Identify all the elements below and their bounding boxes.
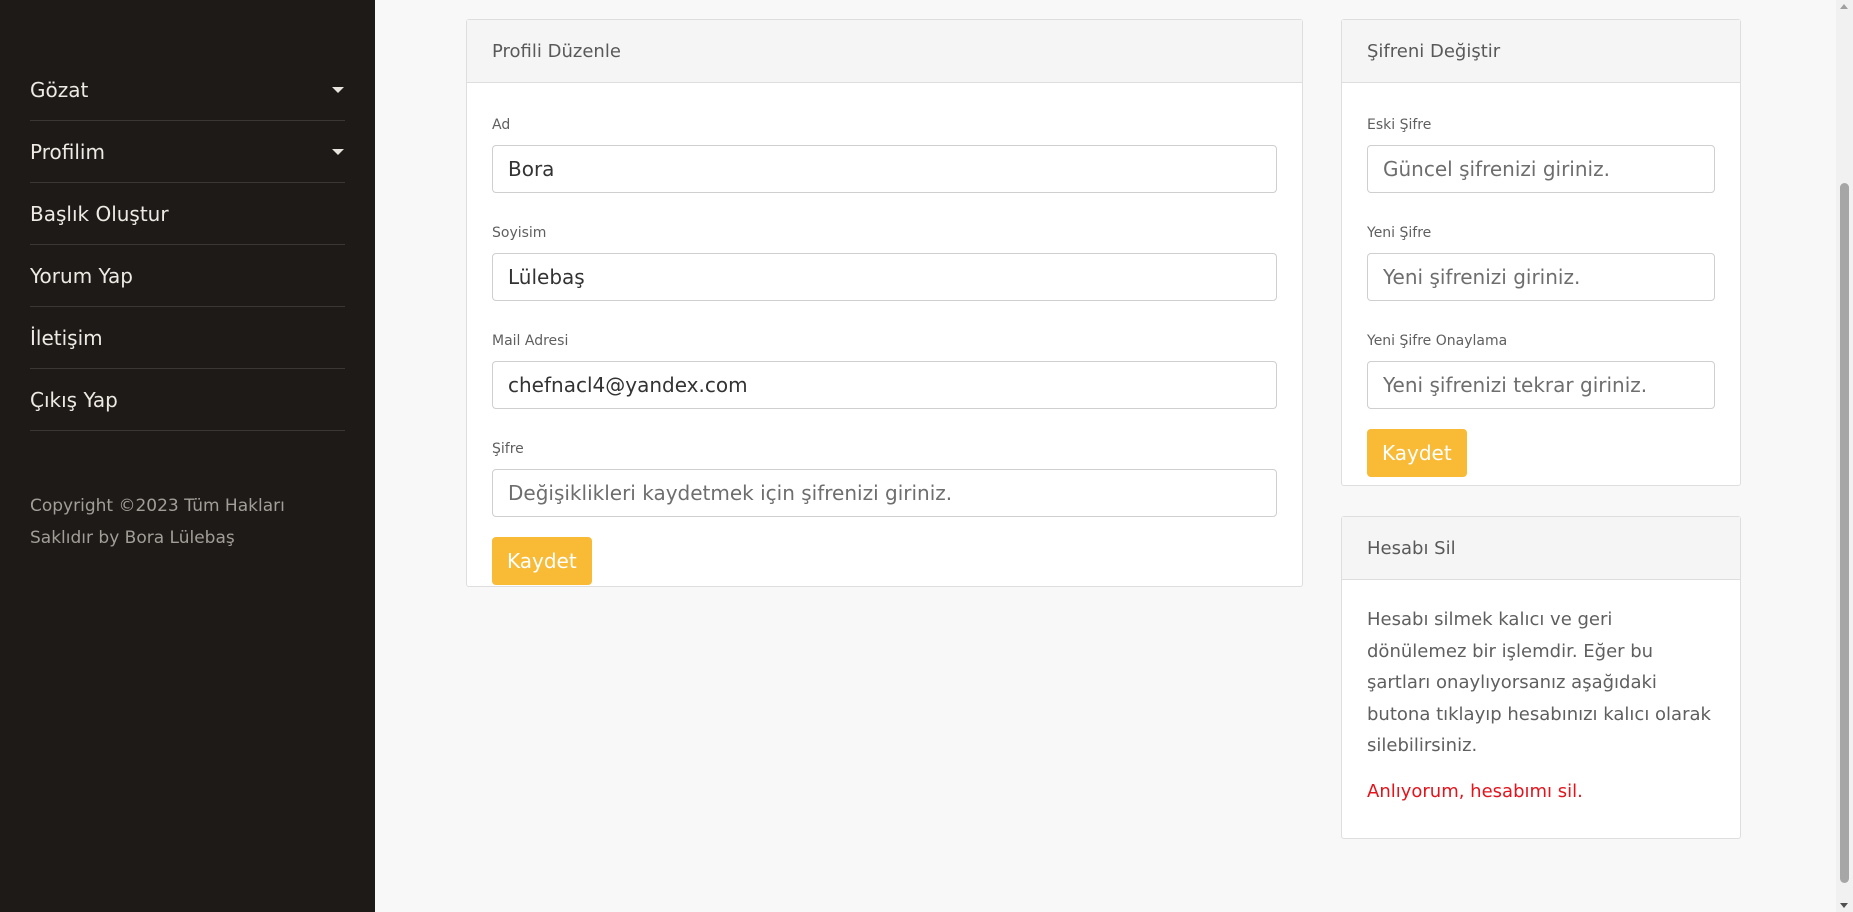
password-label: Şifre — [492, 441, 524, 457]
sidebar-item-label: Başlık Oluştur — [30, 201, 169, 226]
change-password-card: Şifreni Değiştir Eski Şifre Güncel şifre… — [1341, 19, 1741, 486]
email-label: Mail Adresi — [492, 333, 569, 349]
sidebar: Gözat Profilim Başlık Oluştur Yorum Yap … — [0, 0, 375, 912]
caret-down-icon — [332, 148, 344, 155]
sidebar-item-label: Profilim — [30, 139, 105, 164]
old-password-label: Eski Şifre — [1367, 117, 1432, 133]
surname-input[interactable]: Lülebaş — [492, 253, 1277, 301]
sidebar-item-label: Yorum Yap — [30, 263, 133, 288]
copyright-text: Copyright ©2023 Tüm Hakları Saklıdır by … — [30, 496, 285, 548]
name-label: Ad — [492, 117, 511, 133]
vertical-scrollbar[interactable] — [1836, 0, 1853, 912]
scroll-up-icon[interactable] — [1840, 4, 1848, 9]
sidebar-item-iletisim[interactable]: İletişim — [30, 307, 345, 369]
profile-edit-card: Profili Düzenle Ad Bora Soyisim Lülebaş … — [466, 19, 1303, 587]
card-title: Şifreni Değiştir — [1342, 20, 1740, 83]
new-password-label: Yeni Şifre — [1367, 225, 1432, 241]
password-input[interactable]: Değişiklikleri kaydetmek için şifrenizi … — [492, 469, 1277, 517]
email-input[interactable]: chefnacl4@yandex.com — [492, 361, 1277, 409]
delete-account-body: Hesabı silmek kalıcı ve geri dönülemez b… — [1342, 604, 1740, 802]
card-title: Hesabı Sil — [1342, 517, 1740, 580]
sidebar-item-label: Gözat — [30, 77, 89, 102]
confirm-password-input[interactable]: Yeni şifrenizi tekrar giriniz. — [1367, 361, 1715, 409]
sidebar-item-label: Çıkış Yap — [30, 387, 118, 412]
scroll-down-icon[interactable] — [1840, 903, 1848, 908]
sidebar-item-label: İletişim — [30, 325, 103, 350]
sidebar-item-yorum-yap[interactable]: Yorum Yap — [30, 245, 345, 307]
sidebar-item-baslik-olustur[interactable]: Başlık Oluştur — [30, 183, 345, 245]
delete-account-link[interactable]: Anlıyorum, hesabımı sil. — [1367, 781, 1583, 802]
surname-label: Soyisim — [492, 225, 547, 241]
new-password-input[interactable]: Yeni şifrenizi giriniz. — [1367, 253, 1715, 301]
profile-save-button[interactable]: Kaydet — [492, 537, 592, 585]
confirm-password-label: Yeni Şifre Onaylama — [1367, 333, 1508, 349]
sidebar-item-profilim[interactable]: Profilim — [30, 121, 345, 183]
profile-form: Ad Bora Soyisim Lülebaş Mail Adresi chef… — [467, 117, 1302, 585]
sidebar-item-gozat[interactable]: Gözat — [30, 59, 345, 121]
sidebar-nav: Gözat Profilim Başlık Oluştur Yorum Yap … — [30, 59, 345, 431]
password-form: Eski Şifre Güncel şifrenizi giriniz. Yen… — [1342, 117, 1740, 477]
delete-account-card: Hesabı Sil Hesabı silmek kalıcı ve geri … — [1341, 516, 1741, 839]
caret-down-icon — [332, 86, 344, 93]
scrollbar-thumb[interactable] — [1840, 183, 1849, 883]
name-input[interactable]: Bora — [492, 145, 1277, 193]
card-title: Profili Düzenle — [467, 20, 1302, 83]
old-password-input[interactable]: Güncel şifrenizi giriniz. — [1367, 145, 1715, 193]
password-save-button[interactable]: Kaydet — [1367, 429, 1467, 477]
sidebar-item-cikis-yap[interactable]: Çıkış Yap — [30, 369, 345, 431]
delete-warning-text: Hesabı silmek kalıcı ve geri dönülemez b… — [1367, 609, 1711, 756]
